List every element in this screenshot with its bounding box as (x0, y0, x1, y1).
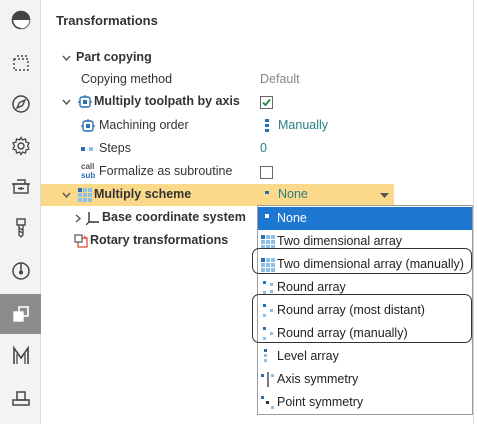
toolbar-button-tool[interactable] (0, 208, 41, 248)
steps-label: Steps (99, 141, 131, 155)
grid-scheme-icon (78, 188, 92, 202)
row-multiply-scheme[interactable]: Multiply scheme None (41, 184, 394, 206)
toolbar-button-base[interactable] (0, 378, 41, 418)
none-option-icon (265, 214, 269, 218)
toolbar-button-machine[interactable] (0, 166, 41, 206)
axis-symmetry-icon (261, 372, 274, 387)
base-icon (11, 391, 30, 406)
manual-order-icon (265, 119, 269, 132)
toolbar-button-transformations[interactable] (0, 294, 41, 334)
option-two-dimensional-array[interactable]: Two dimensional array (258, 230, 472, 253)
row-steps[interactable]: Steps 0 (41, 138, 394, 160)
panel-divider (473, 0, 474, 424)
option-level-array[interactable]: Level array (258, 345, 472, 368)
level-array-icon (264, 349, 267, 362)
machine-icon (11, 179, 30, 194)
gear-icon (11, 136, 30, 156)
spindle-icon (11, 262, 30, 280)
row-machining-order[interactable]: Machining order Manually (41, 115, 394, 137)
group-part-copying[interactable]: Part copying (41, 47, 394, 69)
row-formalize-subroutine[interactable]: call sub Formalize as subroutine (41, 161, 394, 183)
multiply-scheme-dropdown[interactable]: None Two dimensional array Two dimension… (257, 205, 473, 415)
formalize-checkbox[interactable] (260, 166, 273, 179)
multiply-scheme-value[interactable]: None (278, 187, 308, 201)
option-round-array-manually[interactable]: Round array (manually) (258, 322, 472, 345)
chevron-down-icon[interactable] (60, 184, 72, 206)
scheme-value-icon (265, 191, 269, 194)
toolbar-button-settings[interactable] (0, 126, 41, 166)
round-array-icon (263, 281, 273, 294)
copying-method-label: Copying method (81, 72, 173, 86)
point-symmetry-icon (261, 396, 274, 409)
rotary-transformations-label: Rotary transformations (90, 233, 229, 247)
row-multiply-toolpath[interactable]: Multiply toolpath by axis (41, 91, 394, 113)
dashed-box-icon (12, 55, 29, 71)
machining-order-value[interactable]: Manually (278, 118, 328, 132)
steps-value[interactable]: 0 (260, 141, 267, 155)
multiply-toolpath-checkbox[interactable] (260, 96, 273, 109)
option-two-dimensional-array-manually[interactable]: Two dimensional array (manually) (258, 253, 472, 276)
round-array-manual-icon (263, 327, 273, 340)
dropdown-arrow-icon[interactable] (376, 188, 392, 202)
toolbar-button-compass[interactable] (0, 84, 41, 124)
option-point-symmetry[interactable]: Point symmetry (258, 391, 472, 414)
copying-method-value[interactable]: Default (260, 72, 300, 86)
multiply-axis-icon (78, 95, 92, 108)
toolbar-button-yin-yang[interactable] (0, 0, 41, 40)
base-coordinate-label: Base coordinate system (102, 210, 246, 224)
machining-order-icon (81, 119, 95, 132)
option-round-array[interactable]: Round array (258, 276, 472, 299)
tool-icon (15, 218, 26, 238)
machining-order-label: Machining order (99, 118, 189, 132)
left-toolbar (0, 0, 41, 424)
compass-icon (11, 95, 30, 113)
row-copying-method[interactable]: Copying method Default (41, 69, 394, 91)
option-axis-symmetry[interactable]: Axis symmetry (258, 368, 472, 391)
chevron-down-icon[interactable] (60, 47, 72, 69)
chevron-down-icon[interactable] (60, 91, 72, 113)
part-copying-label: Part copying (76, 50, 152, 64)
transformations-icon (12, 306, 29, 322)
option-none[interactable]: None (258, 207, 472, 230)
round-array-distant-icon (263, 304, 273, 317)
multiply-toolpath-label: Multiply toolpath by axis (94, 94, 240, 108)
coordinate-system-icon (86, 212, 99, 225)
option-round-array-most-distant[interactable]: Round array (most distant) (258, 299, 472, 322)
m-letter-icon (12, 345, 29, 364)
chevron-right-icon[interactable] (72, 207, 84, 229)
grid-array-manual-icon (261, 258, 275, 272)
checkmark-icon (262, 98, 271, 107)
panel-title: Transformations (56, 13, 158, 28)
steps-icon (81, 147, 93, 151)
toolbar-button-spindle[interactable] (0, 250, 41, 290)
toolbar-button-m[interactable] (0, 336, 41, 376)
formalize-label: Formalize as subroutine (99, 164, 233, 178)
call-sub-icon: call sub (81, 162, 96, 180)
multiply-scheme-label: Multiply scheme (94, 187, 192, 201)
toolbar-button-workpiece[interactable] (0, 43, 41, 83)
rotary-transform-icon (74, 234, 88, 248)
yin-yang-icon (11, 10, 30, 30)
grid-array-icon (261, 235, 275, 249)
